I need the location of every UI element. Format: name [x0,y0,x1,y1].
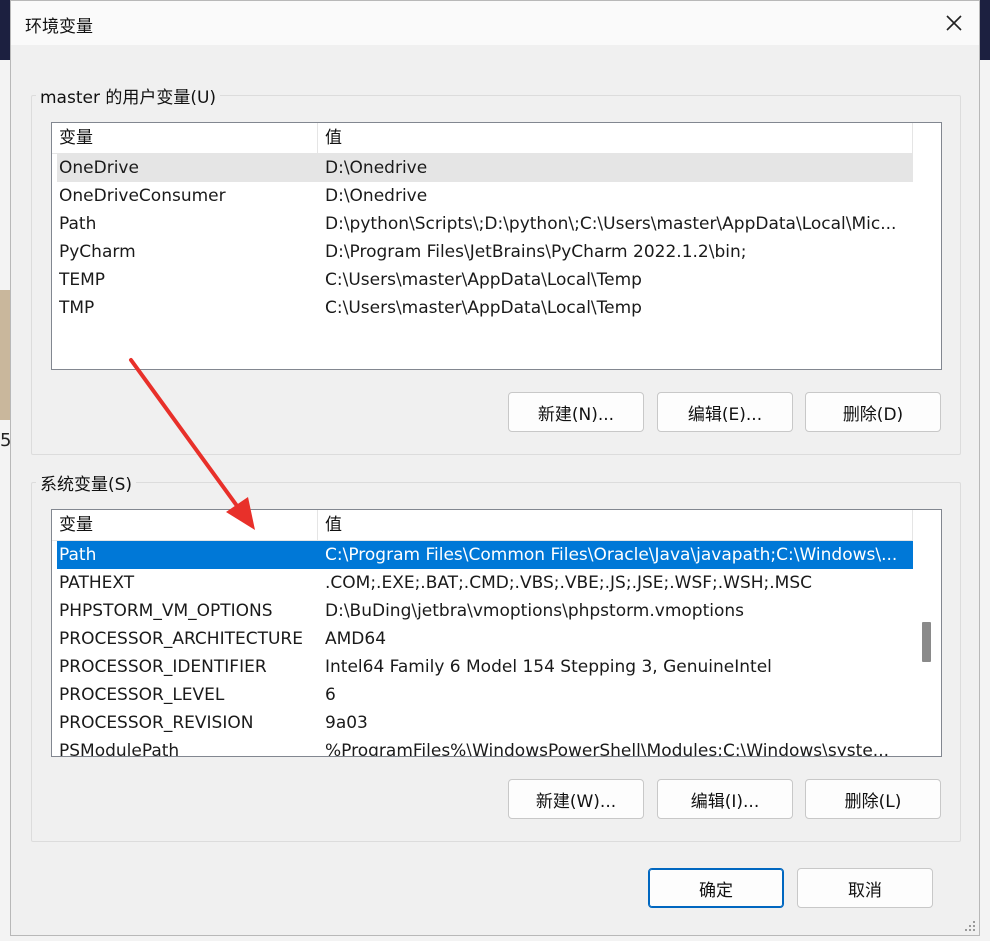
title-bar: 环境变量 [11,1,979,45]
table-row[interactable]: PROCESSOR_IDENTIFIER Intel64 Family 6 Mod… [57,653,913,681]
variable-value: D:\python\Scripts\;D:\python\;C:\Users\m… [325,214,897,234]
variable-name: TMP [59,298,95,318]
table-row[interactable]: OneDriveConsumer D:\Onedrive [57,182,913,210]
table-row[interactable]: OneDrive D:\Onedrive [57,154,913,182]
variable-value: 6 [325,685,336,705]
variable-value: Intel64 Family 6 Model 154 Stepping 3, G… [325,657,772,677]
table-row[interactable]: PROCESSOR_REVISION 9a03 [57,709,913,737]
ok-button[interactable]: 确定 [648,868,784,908]
column-header-variable[interactable]: 变量 [52,123,318,153]
user-list-scrollbar[interactable] [913,123,941,369]
system-edit-button[interactable]: 编辑(I)... [657,779,793,819]
system-new-button[interactable]: 新建(W)... [508,779,644,819]
table-row[interactable]: Path D:\python\Scripts\;D:\python\;C:\Use… [57,210,913,238]
variable-name: PHPSTORM_VM_OPTIONS [59,601,273,621]
scrollbar-thumb[interactable] [922,622,931,662]
table-row[interactable]: TMP C:\Users\master\AppData\Local\Temp [57,294,913,322]
table-row[interactable]: PSModulePath %ProgramFiles%\WindowsPowerS… [57,737,913,757]
table-row[interactable]: PROCESSOR_ARCHITECTURE AMD64 [57,625,913,653]
close-icon [946,15,962,31]
table-row[interactable]: PyCharm D:\Program Files\JetBrains\PyChar… [57,238,913,266]
variable-value: %ProgramFiles%\WindowsPowerShell\Modules… [325,741,889,757]
variable-name: PROCESSOR_REVISION [59,713,254,733]
variable-value: .COM;.EXE;.BAT;.CMD;.VBS;.VBE;.JS;.JSE;.… [325,573,813,593]
variable-name: PyCharm [59,242,136,262]
system-variables-label: 系统变量(S) [36,470,137,495]
column-header-value[interactable]: 值 [318,123,913,153]
variable-name: PSModulePath [59,741,180,757]
close-button[interactable] [929,1,979,45]
variable-name: PROCESSOR_IDENTIFIER [59,657,267,677]
variable-value: C:\Users\master\AppData\Local\Temp [325,270,642,290]
variable-value: 9a03 [325,713,368,733]
table-row[interactable]: TEMP C:\Users\master\AppData\Local\Temp [57,266,913,294]
variable-name: OneDriveConsumer [59,186,226,206]
table-row[interactable]: PHPSTORM_VM_OPTIONS D:\BuDing\jetbra\vmop… [57,597,913,625]
variable-name: Path [59,214,97,234]
dialog-title: 环境变量 [25,17,93,37]
user-edit-button[interactable]: 编辑(E)... [657,392,793,432]
user-variables-list[interactable]: 变量 值 OneDrive D:\Onedrive OneDriveConsumer… [51,122,942,370]
column-header-value[interactable]: 值 [318,510,913,540]
cancel-button[interactable]: 取消 [797,868,933,908]
variable-name: TEMP [59,270,106,290]
table-row[interactable]: PATHEXT .COM;.EXE;.BAT;.CMD;.VBS;.VBE;.JS… [57,569,913,597]
list-header: 变量 值 [52,123,913,154]
resize-grip-icon[interactable] [963,919,977,933]
user-delete-button[interactable]: 删除(D) [805,392,941,432]
variable-value: D:\Onedrive [325,186,428,206]
user-new-button[interactable]: 新建(N)... [508,392,644,432]
variable-value: D:\Onedrive [325,158,428,178]
variable-name: PROCESSOR_ARCHITECTURE [59,629,303,649]
variable-value: AMD64 [325,629,387,649]
system-delete-button[interactable]: 删除(L) [805,779,941,819]
variable-value: C:\Users\master\AppData\Local\Temp [325,298,642,318]
system-variables-list[interactable]: 变量 值 Path C:\Program Files\Common Files\O… [51,509,942,757]
list-header: 变量 值 [52,510,913,541]
variable-name: OneDrive [59,158,139,178]
variable-name: Path [59,545,97,565]
variable-name: PROCESSOR_LEVEL [59,685,225,705]
variable-name: PATHEXT [59,573,135,593]
user-variables-label: master 的用户变量(U) [36,83,221,108]
system-list-scrollbar[interactable] [913,510,941,756]
variable-value: D:\Program Files\JetBrains\PyCharm 2022.… [325,242,747,262]
variable-value: D:\BuDing\jetbra\vmoptions\phpstorm.vmop… [325,601,744,621]
variable-value: C:\Program Files\Common Files\Oracle\Jav… [325,545,898,565]
environment-variables-dialog: 环境变量 master 的用户变量(U) 变量 值 OneDrive D:\One… [10,0,980,936]
column-header-variable[interactable]: 变量 [52,510,318,540]
table-row[interactable]: Path C:\Program Files\Common Files\Oracle… [57,541,913,569]
table-row[interactable]: PROCESSOR_LEVEL 6 [57,681,913,709]
